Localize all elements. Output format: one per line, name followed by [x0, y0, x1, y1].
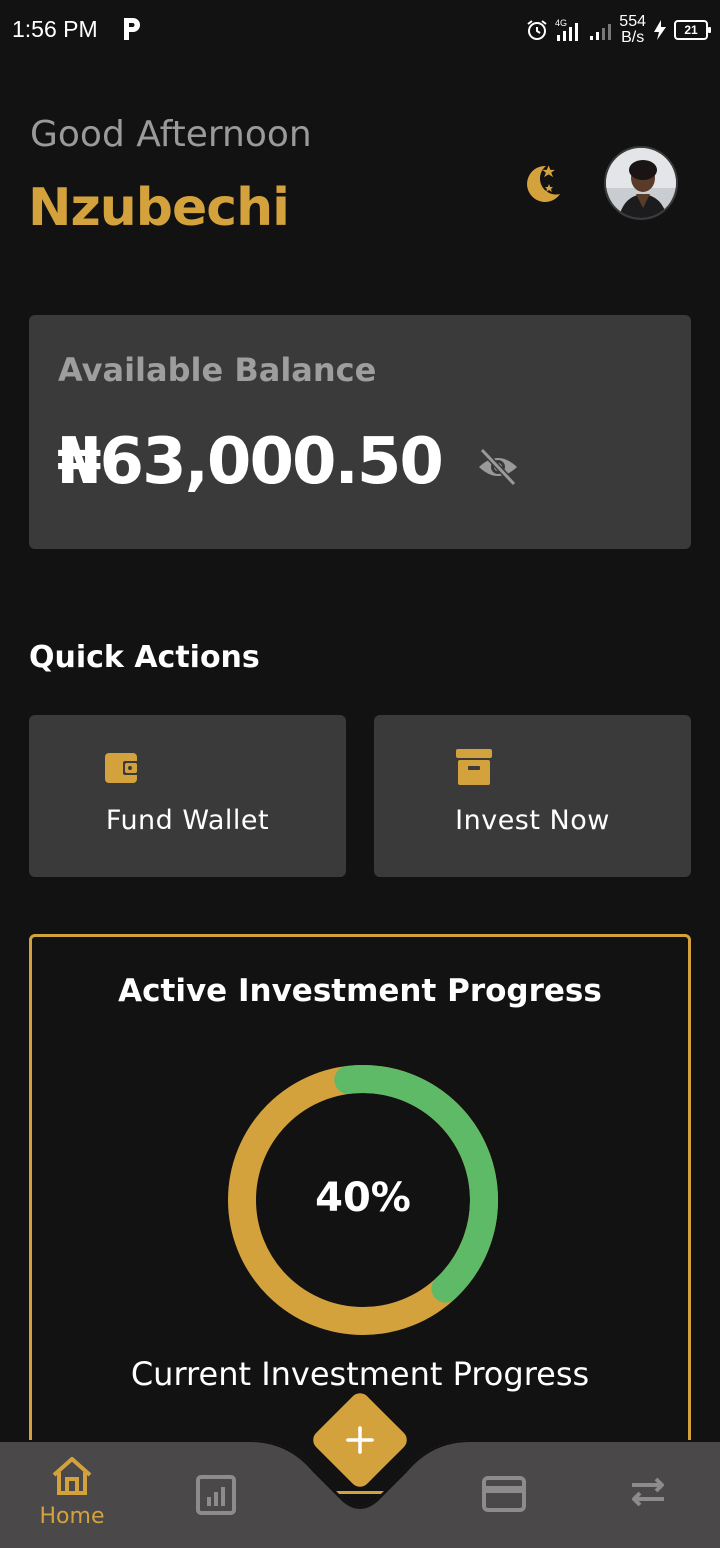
nav-transfers[interactable] [604, 1460, 696, 1536]
alarm-icon [527, 20, 547, 40]
user-photo [606, 148, 676, 218]
greeting-text: Good Afternoon [30, 114, 312, 155]
avatar[interactable] [604, 146, 678, 220]
quick-actions-title: Quick Actions [29, 640, 260, 675]
signal-4g-icon: 4G [555, 18, 579, 41]
progress-value: 40% [315, 1175, 411, 1221]
signal-icon [590, 24, 612, 40]
svg-text:4G: 4G [555, 18, 567, 28]
archive-box-icon [456, 749, 492, 785]
status-time: 1:56 PM [12, 16, 98, 42]
home-icon [52, 1457, 92, 1495]
fund-wallet-button[interactable]: Fund Wallet [29, 715, 346, 877]
nav-cards[interactable] [460, 1460, 552, 1536]
card-icon [482, 1476, 526, 1512]
wallet-icon [105, 753, 139, 783]
battery-icon: 21 [674, 20, 711, 40]
battery-level: 21 [684, 23, 698, 37]
charging-icon [654, 20, 666, 40]
balance-card: Available Balance ₦63,000.50 [29, 315, 691, 549]
network-speed: 554 B/s [619, 14, 646, 46]
eye-off-icon[interactable] [476, 445, 520, 489]
add-action-button[interactable] [304, 1384, 416, 1496]
network-speed-value: 554 [619, 13, 646, 30]
moon-stars-icon[interactable] [516, 160, 564, 208]
parking-app-icon [124, 18, 140, 40]
username-text: Nzubechi [28, 178, 290, 238]
nav-home-label: Home [39, 1504, 105, 1529]
network-speed-unit: B/s [621, 29, 645, 46]
nav-home[interactable]: Home [0, 1440, 144, 1548]
progress-title: Active Investment Progress [118, 973, 602, 1009]
balance-amount: ₦63,000.50 [57, 425, 444, 499]
balance-label: Available Balance [58, 351, 377, 389]
status-icons: 4G 554 B/s 21 [525, 12, 711, 48]
fund-wallet-label: Fund Wallet [105, 805, 270, 836]
invest-now-button[interactable]: Invest Now [374, 715, 691, 877]
chart-icon [196, 1475, 236, 1515]
transfer-icon [632, 1477, 664, 1507]
status-bar: 1:56 PM 4G 554 B/s 21 [0, 0, 720, 60]
nav-stats[interactable] [170, 1460, 262, 1536]
invest-now-label: Invest Now [455, 805, 610, 836]
